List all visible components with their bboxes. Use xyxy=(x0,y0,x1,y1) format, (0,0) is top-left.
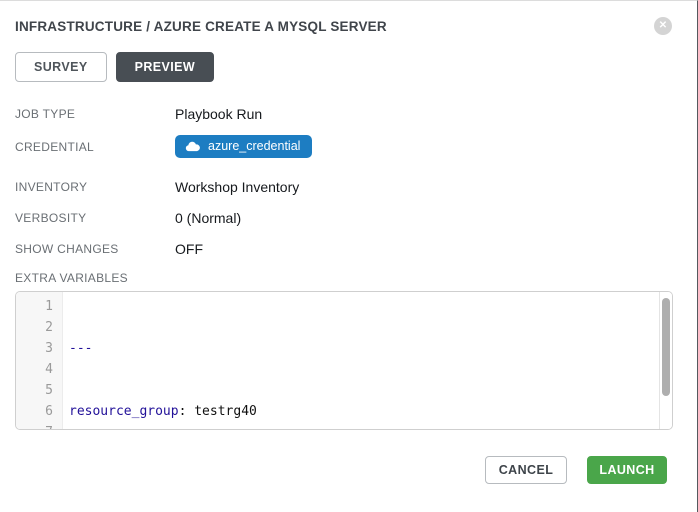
modal-footer: CANCEL LAUNCH xyxy=(485,456,667,484)
job-type-value: Playbook Run xyxy=(175,106,262,122)
detail-row-verbosity: VERBOSITY 0 (Normal) xyxy=(15,208,672,228)
verbosity-value: 0 (Normal) xyxy=(175,210,241,226)
code-line: resource_group: testrg40 xyxy=(69,401,257,422)
detail-row-inventory: INVENTORY Workshop Inventory xyxy=(15,177,672,197)
credential-label: CREDENTIAL xyxy=(15,140,175,154)
cancel-button[interactable]: CANCEL xyxy=(485,456,567,484)
inventory-label: INVENTORY xyxy=(15,180,175,194)
credential-badge-label: azure_credential xyxy=(208,139,300,153)
job-launch-preview-modal: INFRASTRUCTURE / AZURE CREATE A MYSQL SE… xyxy=(0,1,697,512)
show-changes-value: OFF xyxy=(175,241,203,257)
line-number: 6 xyxy=(16,401,53,422)
editor-scrollbar-thumb[interactable] xyxy=(662,298,670,396)
inventory-value: Workshop Inventory xyxy=(175,179,299,195)
modal-header: INFRASTRUCTURE / AZURE CREATE A MYSQL SE… xyxy=(15,1,672,35)
verbosity-label: VERBOSITY xyxy=(15,211,175,225)
cloud-icon xyxy=(185,141,200,152)
code-line: --- xyxy=(69,338,257,359)
credential-badge[interactable]: azure_credential xyxy=(175,135,312,158)
extra-variables-editor[interactable]: 1 2 3 4 5 6 7 --- resource_group: testrg… xyxy=(15,291,673,430)
page-title: INFRASTRUCTURE / AZURE CREATE A MYSQL SE… xyxy=(15,19,387,34)
code-content: --- resource_group: testrg40 location: e… xyxy=(63,296,257,429)
tab-survey[interactable]: SURVEY xyxy=(15,52,107,82)
close-icon[interactable]: ✕ xyxy=(654,17,672,35)
job-details: JOB TYPE Playbook Run CREDENTIAL azure_c… xyxy=(15,104,672,259)
line-number: 5 xyxy=(16,380,53,401)
line-number: 3 xyxy=(16,338,53,359)
line-number: 4 xyxy=(16,359,53,380)
show-changes-label: SHOW CHANGES xyxy=(15,242,175,256)
code-scroll-area: 1 2 3 4 5 6 7 --- resource_group: testrg… xyxy=(16,292,672,429)
line-number: 1 xyxy=(16,296,53,317)
line-number: 2 xyxy=(16,317,53,338)
detail-row-show-changes: SHOW CHANGES OFF xyxy=(15,239,672,259)
job-type-label: JOB TYPE xyxy=(15,107,175,121)
extra-variables-label: EXTRA VARIABLES xyxy=(15,271,672,285)
detail-row-job-type: JOB TYPE Playbook Run xyxy=(15,104,672,124)
line-number-gutter: 1 2 3 4 5 6 7 xyxy=(16,292,63,429)
launch-button[interactable]: LAUNCH xyxy=(587,456,667,484)
tab-preview[interactable]: PREVIEW xyxy=(116,52,214,82)
editor-scrollbar[interactable] xyxy=(659,292,672,429)
detail-row-credential: CREDENTIAL azure_credential xyxy=(15,135,672,158)
line-number: 7 xyxy=(16,422,53,429)
tab-bar: SURVEY PREVIEW xyxy=(15,52,672,82)
